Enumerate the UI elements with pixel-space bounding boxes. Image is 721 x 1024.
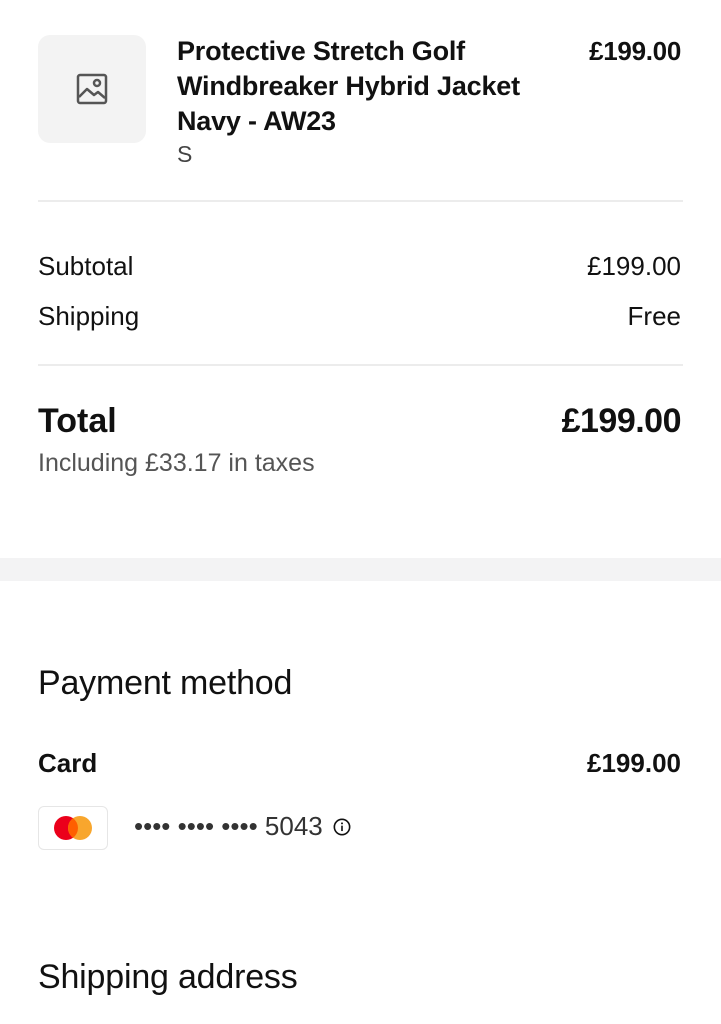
subtotal-label: Subtotal — [38, 251, 134, 281]
mastercard-icon — [38, 806, 108, 850]
shipping-value: Free — [627, 301, 681, 331]
product-price: £199.00 — [589, 36, 681, 66]
shipping-label: Shipping — [38, 301, 140, 331]
tax-note: Including £33.17 in taxes — [38, 449, 315, 477]
product-variant: S — [177, 141, 193, 167]
info-icon[interactable] — [333, 818, 351, 836]
divider — [38, 364, 683, 366]
payment-card-label: Card — [38, 748, 98, 778]
image-placeholder-icon — [76, 73, 108, 105]
payment-card-amount: £199.00 — [587, 748, 681, 778]
product-thumbnail — [38, 35, 146, 143]
card-number-masked: •••• •••• •••• 5043 — [134, 811, 323, 841]
subtotal-value: £199.00 — [587, 251, 681, 281]
payment-method-title: Payment method — [38, 664, 293, 702]
shipping-address-title: Shipping address — [38, 958, 298, 996]
total-value: £199.00 — [561, 402, 682, 440]
card-number-row: •••• •••• •••• 5043 — [134, 811, 351, 842]
total-label: Total — [38, 402, 117, 440]
product-name: Protective Stretch Golf Windbreaker Hybr… — [177, 36, 520, 136]
divider — [38, 200, 683, 202]
section-separator — [0, 558, 721, 581]
